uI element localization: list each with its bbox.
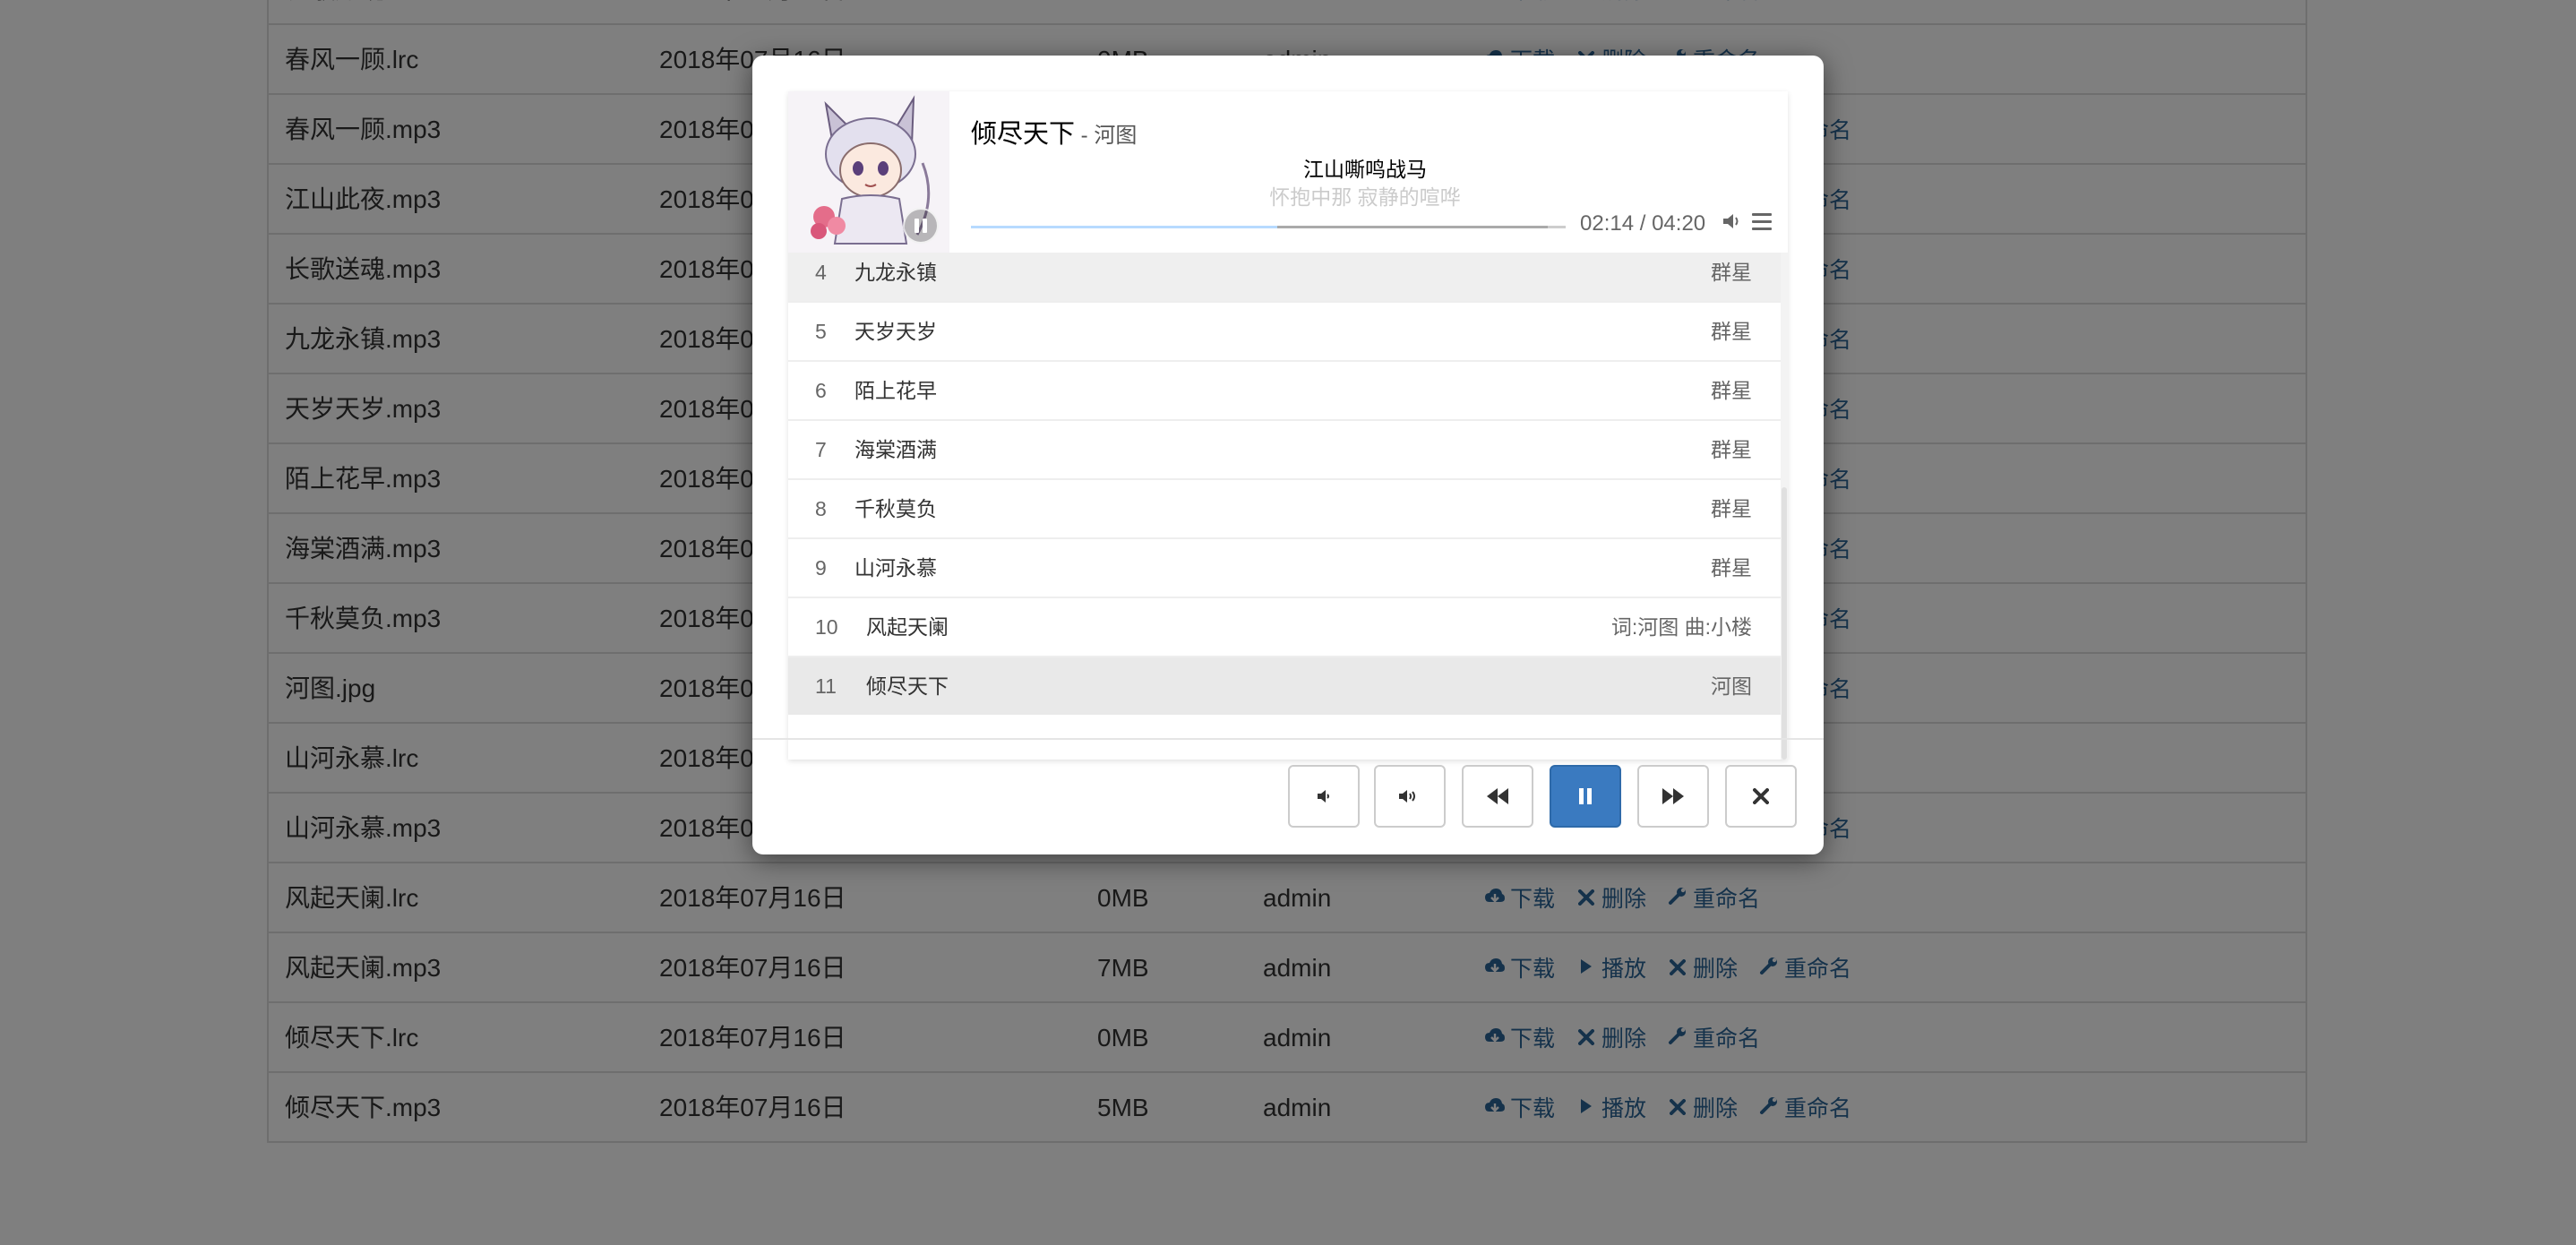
playlist-item-index: 4 — [815, 261, 827, 284]
playlist-item-author: 河图 — [1711, 674, 1752, 698]
playlist: 4 九龙永镇 群星 5 天岁天岁 群星 6 陌上花早 群星 7 海棠酒满 群星 8 千秋莫负 群星 9 山河永慕… — [788, 253, 1781, 760]
song-author: 河图 — [1094, 124, 1138, 148]
playlist-item-index: 7 — [815, 438, 827, 461]
playlist-item-title: 海棠酒满 — [854, 438, 937, 461]
cover-pause-button[interactable] — [903, 208, 939, 244]
playlist-item-index: 5 — [815, 320, 827, 343]
volume-down-button[interactable] — [1288, 765, 1360, 828]
playlist-item[interactable]: 4 九龙永镇 群星 — [788, 253, 1781, 301]
album-cover[interactable] — [788, 91, 949, 253]
volume-down-icon — [1314, 786, 1334, 806]
playlist-item[interactable]: 6 陌上花早 群星 — [788, 360, 1781, 419]
pause-icon — [1577, 786, 1593, 806]
playlist-item-title: 九龙永镇 — [854, 261, 937, 284]
next-button[interactable] — [1637, 765, 1709, 828]
playlist-item[interactable]: 7 海棠酒满 群星 — [788, 419, 1781, 478]
previous-button[interactable] — [1462, 765, 1533, 828]
playlist-item-author: 群星 — [1711, 320, 1752, 343]
playlist-item-author: 群星 — [1711, 261, 1752, 284]
playlist-scroll-thumb[interactable] — [1782, 487, 1787, 760]
playlist-item-author: 群星 — [1711, 497, 1752, 520]
song-author-separator: - — [1075, 124, 1095, 148]
close-icon — [1753, 788, 1769, 804]
progress-bar[interactable] — [971, 224, 1566, 229]
playlist-item-index: 10 — [815, 615, 838, 639]
volume-icon[interactable] — [1722, 211, 1741, 236]
volume-up-button[interactable] — [1374, 765, 1446, 828]
time-separator: / — [1634, 211, 1653, 236]
backward-icon — [1485, 786, 1510, 806]
song-title: 倾尽天下 — [971, 120, 1076, 149]
time-total: 04:20 — [1652, 211, 1706, 236]
playlist-item[interactable]: 9 山河永慕 群星 — [788, 537, 1781, 597]
playlist-menu-icon[interactable] — [1752, 213, 1772, 231]
playlist-item-author: 群星 — [1711, 438, 1752, 461]
forward-icon — [1661, 786, 1686, 806]
volume-up-icon — [1397, 786, 1422, 806]
playlist-item-title: 山河永慕 — [854, 556, 937, 580]
playlist-item-title: 陌上花早 — [854, 379, 937, 402]
song-title-line: 倾尽天下 - 河图 — [971, 113, 1137, 150]
playlist-item-title: 千秋莫负 — [854, 497, 937, 520]
progress-played — [971, 226, 1277, 228]
playlist-item-author: 群星 — [1711, 379, 1752, 402]
playlist-item[interactable]: 8 千秋莫负 群星 — [788, 478, 1781, 537]
audio-player: 倾尽天下 - 河图 江山嘶鸣战马 怀抱中那 寂静的喧哗 02:14 / 04:2… — [788, 91, 1788, 760]
playlist-item-index: 11 — [815, 674, 837, 698]
playlist-item-index: 9 — [815, 556, 827, 580]
pause-button[interactable] — [1550, 765, 1621, 828]
close-button[interactable] — [1725, 765, 1797, 828]
playlist-scrollbar[interactable] — [1781, 253, 1788, 760]
playlist-item[interactable]: 11 倾尽天下 河图 — [788, 656, 1781, 715]
playlist-item-title: 天岁天岁 — [854, 320, 937, 343]
playlist-item-index: 6 — [815, 379, 827, 402]
music-player-modal: 倾尽天下 - 河图 江山嘶鸣战马 怀抱中那 寂静的喧哗 02:14 / 04:2… — [752, 56, 1824, 854]
player-info: 倾尽天下 - 河图 江山嘶鸣战马 怀抱中那 寂静的喧哗 02:14 / 04:2… — [971, 91, 1788, 253]
lyric-current: 江山嘶鸣战马 — [1303, 158, 1427, 181]
playlist-item-author: 词:河图 曲:小楼 — [1610, 615, 1752, 639]
playlist-item-title: 风起天阑 — [866, 615, 949, 639]
lyric-next: 怀抱中那 寂静的喧哗 — [1269, 185, 1461, 209]
lyrics: 江山嘶鸣战马 怀抱中那 寂静的喧哗 — [971, 154, 1759, 215]
playlist-item[interactable]: 5 天岁天岁 群星 — [788, 301, 1781, 360]
time-current: 02:14 — [1580, 211, 1635, 236]
time-display: 02:14 / 04:20 — [1580, 211, 1705, 236]
playlist-item-author: 群星 — [1711, 556, 1752, 580]
playlist-item-title: 倾尽天下 — [866, 674, 949, 698]
playlist-item-index: 8 — [815, 497, 827, 520]
playlist-item[interactable]: 10 风起天阑 词:河图 曲:小楼 — [788, 597, 1781, 656]
